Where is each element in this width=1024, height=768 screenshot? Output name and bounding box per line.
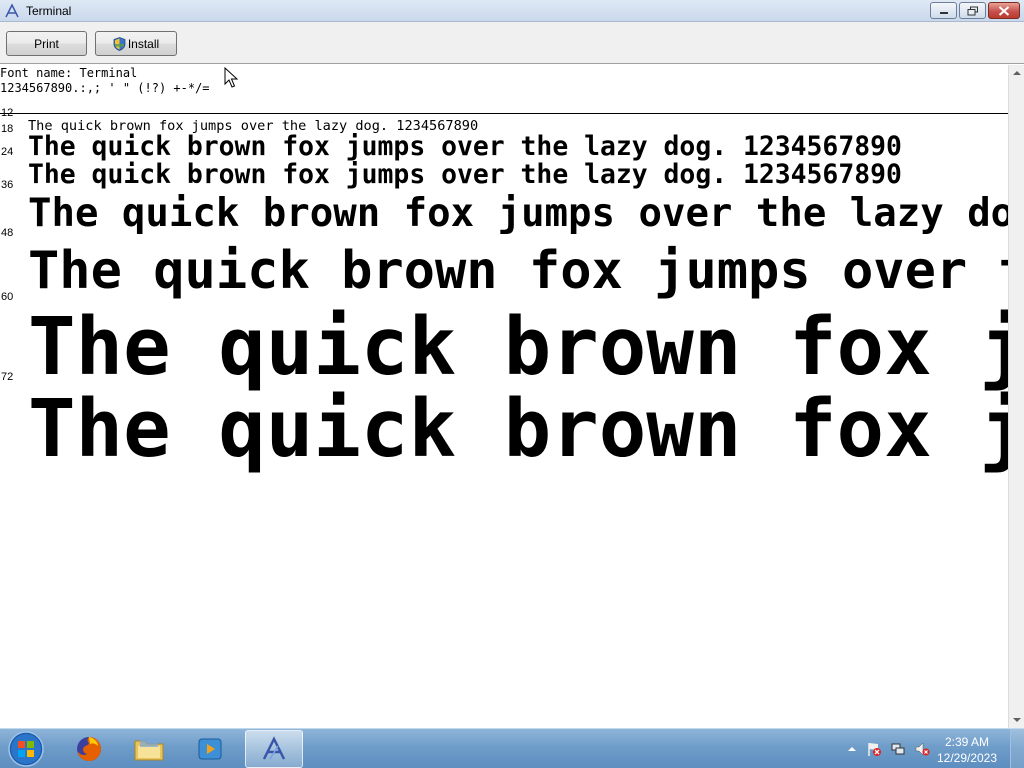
network-icon[interactable]	[890, 741, 906, 757]
install-button[interactable]: Install	[95, 31, 177, 56]
font-preview-area: Font name: Terminal 1234567890.:,; ' " (…	[0, 65, 1008, 728]
firefox-icon	[77, 737, 101, 761]
taskbar-clock[interactable]: 2:39 AM 12/29/2023	[932, 734, 1002, 766]
minimize-button[interactable]	[930, 2, 957, 19]
action-center-flag-icon[interactable]	[866, 741, 882, 757]
sample-line-72: The quick brown fox jumps over the lazy …	[28, 383, 1008, 475]
sample-line-24b: The quick brown fox jumps over the lazy …	[28, 159, 902, 190]
taskbar-media-player[interactable]	[181, 730, 239, 768]
sample-line-24a: The quick brown fox jumps over the lazy …	[28, 131, 902, 162]
folder-icon	[134, 738, 164, 761]
size-label-36: 36	[1, 179, 14, 191]
taskbar: 2:39 AM 12/29/2023	[0, 728, 1024, 768]
scroll-down-icon[interactable]	[1009, 712, 1024, 728]
taskbar-firefox[interactable]	[60, 730, 118, 768]
restore-icon	[967, 6, 978, 15]
toolbar: Print Install	[0, 22, 1024, 64]
size-label-24: 24	[1, 146, 14, 158]
print-button[interactable]: Print	[6, 31, 87, 56]
character-set-line: 1234567890.:,; ' " (!?) +-*/=	[0, 81, 210, 95]
clock-time: 2:39 AM	[944, 735, 990, 749]
clock-date: 12/29/2023	[936, 751, 998, 765]
font-viewer-icon	[262, 736, 286, 760]
sample-line-48: The quick brown fox jumps over the lazy …	[28, 241, 1008, 301]
title-bar: Terminal	[0, 0, 1024, 22]
volume-muted-icon[interactable]	[914, 741, 930, 757]
close-icon	[998, 5, 1010, 16]
print-button-label: Print	[34, 36, 59, 51]
size-label-48: 48	[1, 227, 14, 239]
taskbar-font-viewer[interactable]	[245, 730, 303, 768]
scroll-up-icon[interactable]	[1009, 65, 1024, 81]
uac-shield-icon	[113, 36, 126, 51]
taskbar-file-explorer[interactable]	[120, 730, 178, 768]
window-title: Terminal	[26, 4, 72, 18]
show-hidden-icons-icon[interactable]	[844, 741, 860, 757]
sample-line-60: The quick brown fox jumps over the lazy …	[28, 301, 1008, 393]
font-viewer-icon	[5, 3, 19, 18]
size-label-72: 72	[1, 371, 14, 383]
media-player-icon	[198, 738, 222, 760]
vertical-scrollbar[interactable]	[1008, 65, 1024, 728]
size-label-18: 18	[1, 123, 14, 135]
font-name-line: Font name: Terminal	[0, 66, 138, 80]
restore-button[interactable]	[959, 2, 986, 19]
separator-line	[0, 113, 1008, 114]
show-desktop-button[interactable]	[1010, 729, 1024, 768]
size-label-60: 60	[1, 291, 14, 303]
sample-line-36: The quick brown fox jumps over the lazy …	[28, 191, 1008, 236]
install-button-label: Install	[127, 36, 160, 51]
start-orb-icon[interactable]	[4, 730, 48, 768]
mouse-cursor-icon	[224, 67, 238, 88]
size-label-12: 12	[1, 107, 14, 119]
close-button[interactable]	[988, 2, 1020, 19]
minimize-icon	[939, 11, 948, 14]
